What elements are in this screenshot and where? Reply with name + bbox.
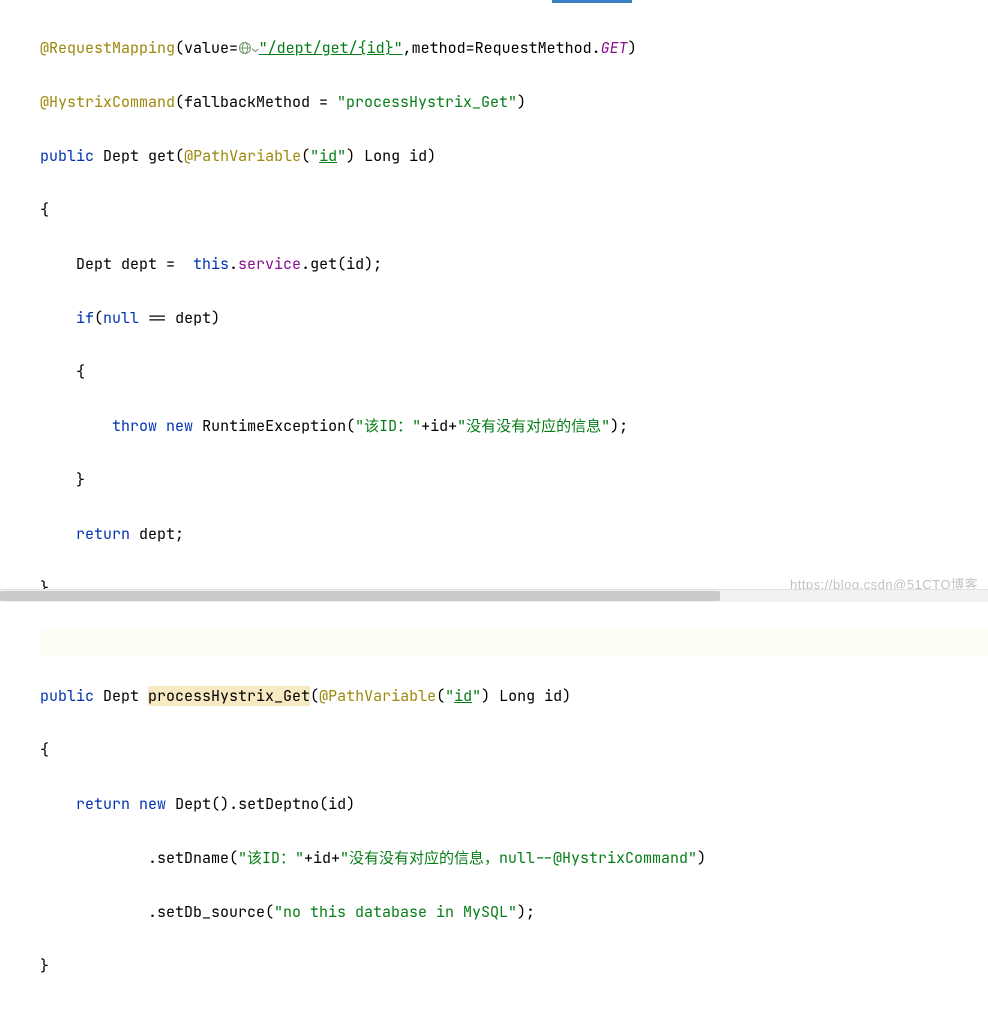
code-line[interactable]: { [40, 359, 988, 386]
text: ( [94, 308, 103, 328]
keyword-throw: throw [112, 416, 157, 436]
blank-line-highlight[interactable] [40, 629, 988, 656]
string: "该ID：" [238, 848, 304, 868]
globe-icon[interactable] [238, 41, 252, 55]
string-id: id [454, 686, 472, 706]
code-line[interactable]: } [40, 467, 988, 494]
text: ); [610, 416, 628, 436]
text [40, 524, 76, 544]
brace: } [40, 470, 85, 490]
text: .setDb_source( [40, 902, 274, 922]
brace: { [40, 200, 49, 220]
text: ) Long id) [346, 146, 436, 166]
text: +id+ [304, 848, 340, 868]
keyword: public [40, 686, 94, 706]
annotation: @PathVariable [184, 146, 301, 166]
code-line[interactable]: public Dept processHystrix_Get(@PathVari… [40, 683, 988, 710]
code-line[interactable]: { [40, 737, 988, 764]
code-line[interactable]: public Dept get(@PathVariable("id") Long… [40, 143, 988, 170]
method-name-highlighted: processHystrix_Get [148, 686, 310, 706]
keyword-new: new [166, 416, 193, 436]
annotation: @RequestMapping [40, 38, 175, 58]
text: . [229, 254, 238, 274]
code-line[interactable]: { [40, 197, 988, 224]
code-line[interactable]: Dept dept = this.service.get(id); [40, 251, 988, 278]
brace: } [40, 956, 49, 976]
text: ( [175, 146, 184, 166]
method-name: get [148, 146, 175, 166]
keyword-new: new [139, 794, 166, 814]
text: ) [628, 38, 637, 58]
keyword: if [76, 308, 94, 328]
horizontal-scrollbar[interactable] [0, 589, 988, 602]
text [130, 794, 139, 814]
url-string[interactable]: "/dept/get/{id}" [259, 38, 403, 58]
keyword-this: this [193, 254, 229, 274]
text: +id+ [421, 416, 457, 436]
text: .setDname( [40, 848, 238, 868]
text [157, 416, 166, 436]
annotation: @HystrixCommand [40, 92, 175, 112]
text [40, 308, 76, 328]
text: .get(id); [301, 254, 382, 274]
string: "processHystrix_Get" [337, 92, 517, 112]
code-line[interactable]: } [40, 953, 988, 980]
string-quote: " [310, 146, 319, 166]
dropdown-icon[interactable]: ⌄ [252, 42, 259, 56]
code-line[interactable]: return new Dept().setDeptno(id) [40, 791, 988, 818]
string-quote: " [472, 686, 481, 706]
annotation: @PathVariable [319, 686, 436, 706]
text: ); [517, 902, 535, 922]
text: (value= [175, 38, 238, 58]
string-quote: " [445, 686, 454, 706]
text: RuntimeException( [193, 416, 355, 436]
code-line[interactable]: if(null == dept) [40, 305, 988, 332]
enum-constant: GET [601, 38, 628, 58]
text: Dept().setDeptno(id) [166, 794, 355, 814]
code-line[interactable]: .setDname("该ID："+id+"没有没有对应的信息，null--@Hy… [40, 845, 988, 872]
text: ( [310, 686, 319, 706]
string: "no this database in MySQL" [274, 902, 517, 922]
code-line[interactable]: .setDb_source("no this database in MySQL… [40, 899, 988, 926]
text: Dept dept = [40, 254, 193, 274]
string: "没有没有对应的信息，null--@HystrixCommand" [340, 848, 697, 868]
text: ( [436, 686, 445, 706]
field: service [238, 254, 301, 274]
text: Dept [94, 686, 148, 706]
text: Dept [94, 146, 148, 166]
code-line[interactable]: return dept; [40, 521, 988, 548]
brace: { [40, 362, 85, 382]
text: == dept) [139, 308, 220, 328]
text: ,method=RequestMethod. [403, 38, 601, 58]
string: "没有没有对应的信息" [457, 416, 610, 436]
brace: { [40, 740, 49, 760]
keyword-null: null [103, 308, 139, 328]
keyword: public [40, 146, 94, 166]
text: dept; [130, 524, 184, 544]
text: (fallbackMethod = [175, 92, 337, 112]
text [40, 416, 112, 436]
scrollbar-thumb[interactable] [0, 591, 720, 601]
text: ) Long id) [481, 686, 571, 706]
text: ( [301, 146, 310, 166]
keyword-return: return [76, 524, 130, 544]
keyword-return: return [76, 794, 130, 814]
string-id: id [319, 146, 337, 166]
code-line[interactable]: @HystrixCommand(fallbackMethod = "proces… [40, 89, 988, 116]
text [40, 794, 76, 814]
code-line[interactable]: throw new RuntimeException("该ID："+id+"没有… [40, 413, 988, 440]
text: ) [697, 848, 706, 868]
code-line[interactable]: @RequestMapping(value= ⌄"/dept/get/{id}",… [40, 35, 988, 62]
string: "该ID：" [355, 416, 421, 436]
string-quote: " [337, 146, 346, 166]
text: ) [517, 92, 526, 112]
code-editor[interactable]: @RequestMapping(value= ⌄"/dept/get/{id}",… [0, 0, 988, 1015]
